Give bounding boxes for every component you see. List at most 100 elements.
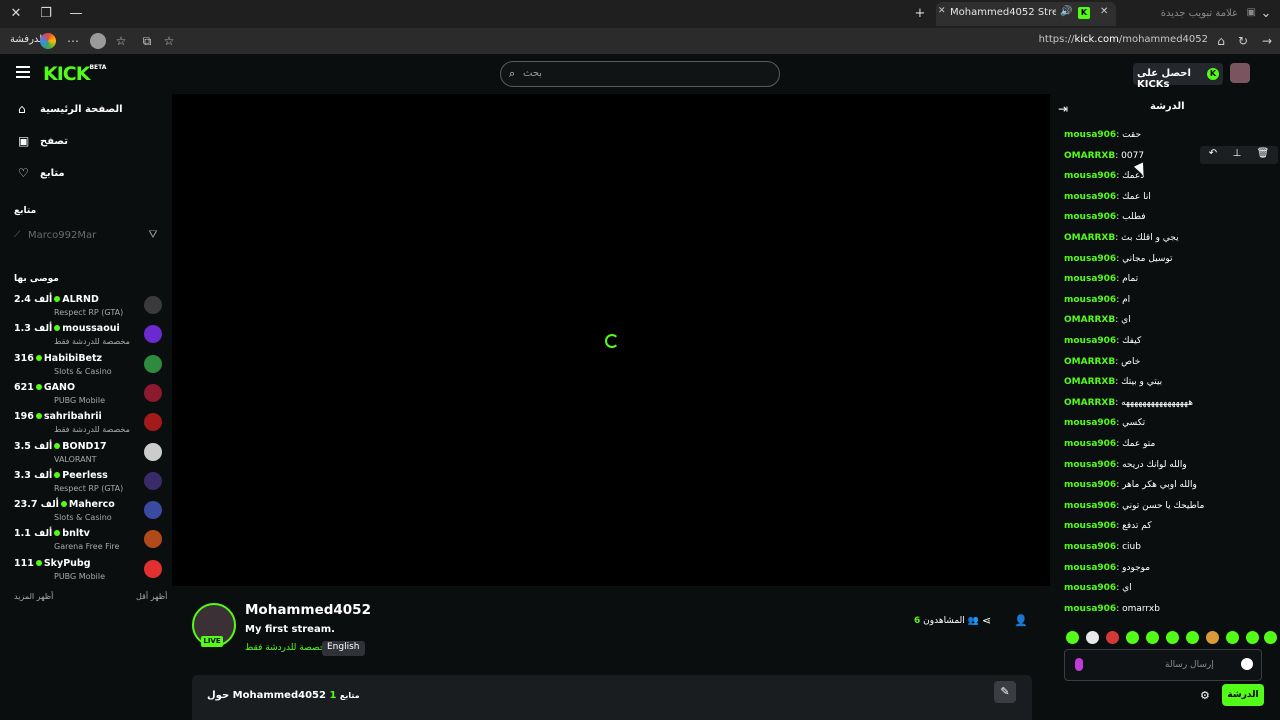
chat-message-user[interactable]: OMARRXB	[1064, 233, 1115, 243]
chat-message-user[interactable]: mousa906	[1064, 460, 1116, 470]
emote-icon[interactable]	[1186, 631, 1199, 644]
show-less-link[interactable]: أظهر أقل	[136, 592, 167, 601]
chat-message-user[interactable]: OMARRXB	[1064, 357, 1115, 367]
emote-icon[interactable]	[1264, 631, 1277, 644]
chat-message[interactable]: mousa906: ماطيحك يا حسن توني	[1064, 501, 1204, 511]
delete-icon[interactable]: 🗑	[1254, 148, 1272, 159]
get-kicks-button[interactable]: احصل على KICKs K	[1133, 63, 1223, 90]
chat-message-user[interactable]: mousa906	[1064, 254, 1116, 264]
nav-browse[interactable]: ▣ تصفح	[18, 134, 168, 152]
chat-message-user[interactable]: mousa906	[1064, 130, 1116, 140]
emote-icon[interactable]	[1146, 631, 1159, 644]
chat-message[interactable]: mousa906: توسيل مجاني	[1064, 254, 1173, 264]
reply-icon[interactable]: ↶	[1204, 148, 1222, 159]
recommended-channel[interactable]: 621 GANO PUBG Mobile	[14, 382, 164, 410]
tab-close-button[interactable]: ✕	[1100, 6, 1108, 17]
edit-pencil-icon[interactable]: ✎	[994, 681, 1016, 703]
emote-icon[interactable]	[1206, 631, 1219, 644]
chat-message[interactable]: mousa906: دعمك	[1064, 171, 1144, 181]
window-close-icon[interactable]: ✕	[6, 4, 26, 24]
chat-message-user[interactable]: mousa906	[1064, 192, 1116, 202]
window-minimize-icon[interactable]: —	[66, 4, 86, 24]
profile-avatar-icon[interactable]	[90, 33, 106, 49]
chat-message[interactable]: mousa906: اي	[1064, 583, 1132, 593]
chat-message-user[interactable]: mousa906	[1064, 336, 1116, 346]
lock-icon[interactable]: ⌂	[1212, 32, 1230, 50]
chat-message-user[interactable]: OMARRXB	[1064, 315, 1115, 325]
tab-close-icon[interactable]: ✕	[938, 6, 946, 16]
chat-message[interactable]: mousa906: حقت	[1064, 130, 1141, 140]
user-avatar[interactable]	[1230, 63, 1250, 83]
recommended-channel[interactable]: 2.4 ألف ALRND Respect RP (GTA)	[14, 294, 164, 322]
chat-message[interactable]: mousa906: تمام	[1064, 274, 1138, 284]
stream-category[interactable]: مخصصة للدردشة فقط	[245, 643, 330, 653]
window-restore-icon[interactable]: ❐	[36, 4, 56, 24]
chat-message[interactable]: mousa906: فطلب	[1064, 212, 1146, 222]
tab-active[interactable]: ✕ Mohammed4052 Stream - Watch 🔊 K ✕	[936, 2, 1116, 26]
kick-logo[interactable]: KICKBETA	[43, 63, 106, 85]
nav-following[interactable]: ♡ متابع	[18, 166, 168, 184]
emote-icon[interactable]	[1166, 631, 1179, 644]
microphone-icon[interactable]	[1075, 658, 1083, 671]
recommended-channel[interactable]: 1.1 ألف bnltv Garena Free Fire	[14, 528, 164, 556]
chat-message-user[interactable]: mousa906	[1064, 542, 1116, 552]
chat-message[interactable]: mousa906: كيفك	[1064, 336, 1141, 346]
follow-user-icon[interactable]: 👤	[1014, 614, 1028, 627]
chat-send-button[interactable]: الدرشة	[1222, 684, 1264, 706]
chat-message-user[interactable]: mousa906	[1064, 295, 1116, 305]
chat-message-user[interactable]: mousa906	[1064, 274, 1116, 284]
emoji-icon[interactable]	[1241, 658, 1253, 670]
chat-message[interactable]: mousa906: والله اوبي هكر ماهر	[1064, 480, 1197, 490]
refresh-icon[interactable]: ↻	[1234, 32, 1252, 50]
collapse-chat-icon[interactable]: ⇥	[1058, 102, 1068, 116]
chat-message-user[interactable]: mousa906	[1064, 563, 1116, 573]
copilot-icon[interactable]	[40, 33, 56, 49]
recommended-channel[interactable]: 111 SkyPubg PUBG Mobile	[14, 558, 164, 586]
following-item[interactable]: ⟋ Marco992Mar ⛛	[14, 228, 164, 244]
pin-icon[interactable]: ⊥	[1228, 148, 1246, 159]
emote-icon[interactable]	[1066, 631, 1079, 644]
tab-inactive[interactable]: علامة تبويب جديدة ▣	[1140, 4, 1260, 24]
more-icon[interactable]: ⋯	[64, 32, 82, 50]
chat-message[interactable]: mousa906: والله لوانك دريحه	[1064, 460, 1187, 470]
favorites-icon[interactable]: ☆	[112, 32, 130, 50]
new-tab-icon[interactable]: +	[910, 4, 930, 24]
chat-message-user[interactable]: mousa906	[1064, 439, 1116, 449]
chat-message[interactable]: mousa906: omarrxb	[1064, 604, 1160, 614]
emote-icon[interactable]	[1226, 631, 1239, 644]
chat-message[interactable]: OMARRXB: 0077	[1064, 151, 1144, 161]
chat-message[interactable]: mousa906: ام	[1064, 295, 1130, 305]
speaker-icon[interactable]: 🔊	[1060, 6, 1072, 17]
chat-message-user[interactable]: mousa906	[1064, 521, 1116, 531]
chat-message-user[interactable]: OMARRXB	[1064, 377, 1115, 387]
chat-message[interactable]: mousa906: تكسي	[1064, 418, 1145, 428]
menu-icon[interactable]	[16, 66, 30, 78]
chat-message-user[interactable]: OMARRXB	[1064, 398, 1115, 408]
chat-message-user[interactable]: mousa906	[1064, 604, 1116, 614]
channel-name[interactable]: Mohammed4052	[245, 602, 371, 618]
collections-icon[interactable]: ⧉	[138, 32, 156, 50]
chat-message[interactable]: mousa906: كم تدفع	[1064, 521, 1152, 531]
emote-icon[interactable]	[1106, 631, 1119, 644]
show-more-link[interactable]: أظهر المزيد	[14, 592, 53, 601]
language-tag[interactable]: English	[322, 641, 365, 656]
chat-message[interactable]: OMARRXB: خاص	[1064, 357, 1140, 367]
chat-message[interactable]: OMARRXB: ههههههههههههههههه	[1064, 398, 1193, 408]
tab-list-chevron-icon[interactable]: ⌄	[1256, 4, 1276, 24]
emote-icon[interactable]	[1126, 631, 1139, 644]
chat-message[interactable]: mousa906: متو عمك	[1064, 439, 1155, 449]
chat-settings-icon[interactable]: ⚙	[1200, 689, 1210, 702]
search-input[interactable]: ⌕ بحث	[500, 61, 780, 87]
recommended-channel[interactable]: 23.7 ألف Maherco Slots & Casino	[14, 499, 164, 527]
url-field[interactable]: https://kick.com/mohammed4052	[1039, 34, 1208, 45]
share-icon[interactable]: ⋖	[982, 614, 991, 627]
nav-home[interactable]: ⌂ الصفحة الرئيسية	[18, 102, 168, 120]
chat-message-user[interactable]: mousa906	[1064, 583, 1116, 593]
chat-message[interactable]: mousa906: ciub	[1064, 542, 1141, 552]
recommended-channel[interactable]: 196 sahribahrii مخصصة للدردشة فقط	[14, 411, 164, 439]
chat-message-user[interactable]: mousa906	[1064, 171, 1116, 181]
chat-message-user[interactable]: OMARRXB	[1064, 151, 1115, 161]
chat-message[interactable]: mousa906: موجودو	[1064, 563, 1150, 573]
chat-message-input[interactable]: إرسال رسالة	[1064, 649, 1262, 681]
chat-message-user[interactable]: mousa906	[1064, 480, 1116, 490]
